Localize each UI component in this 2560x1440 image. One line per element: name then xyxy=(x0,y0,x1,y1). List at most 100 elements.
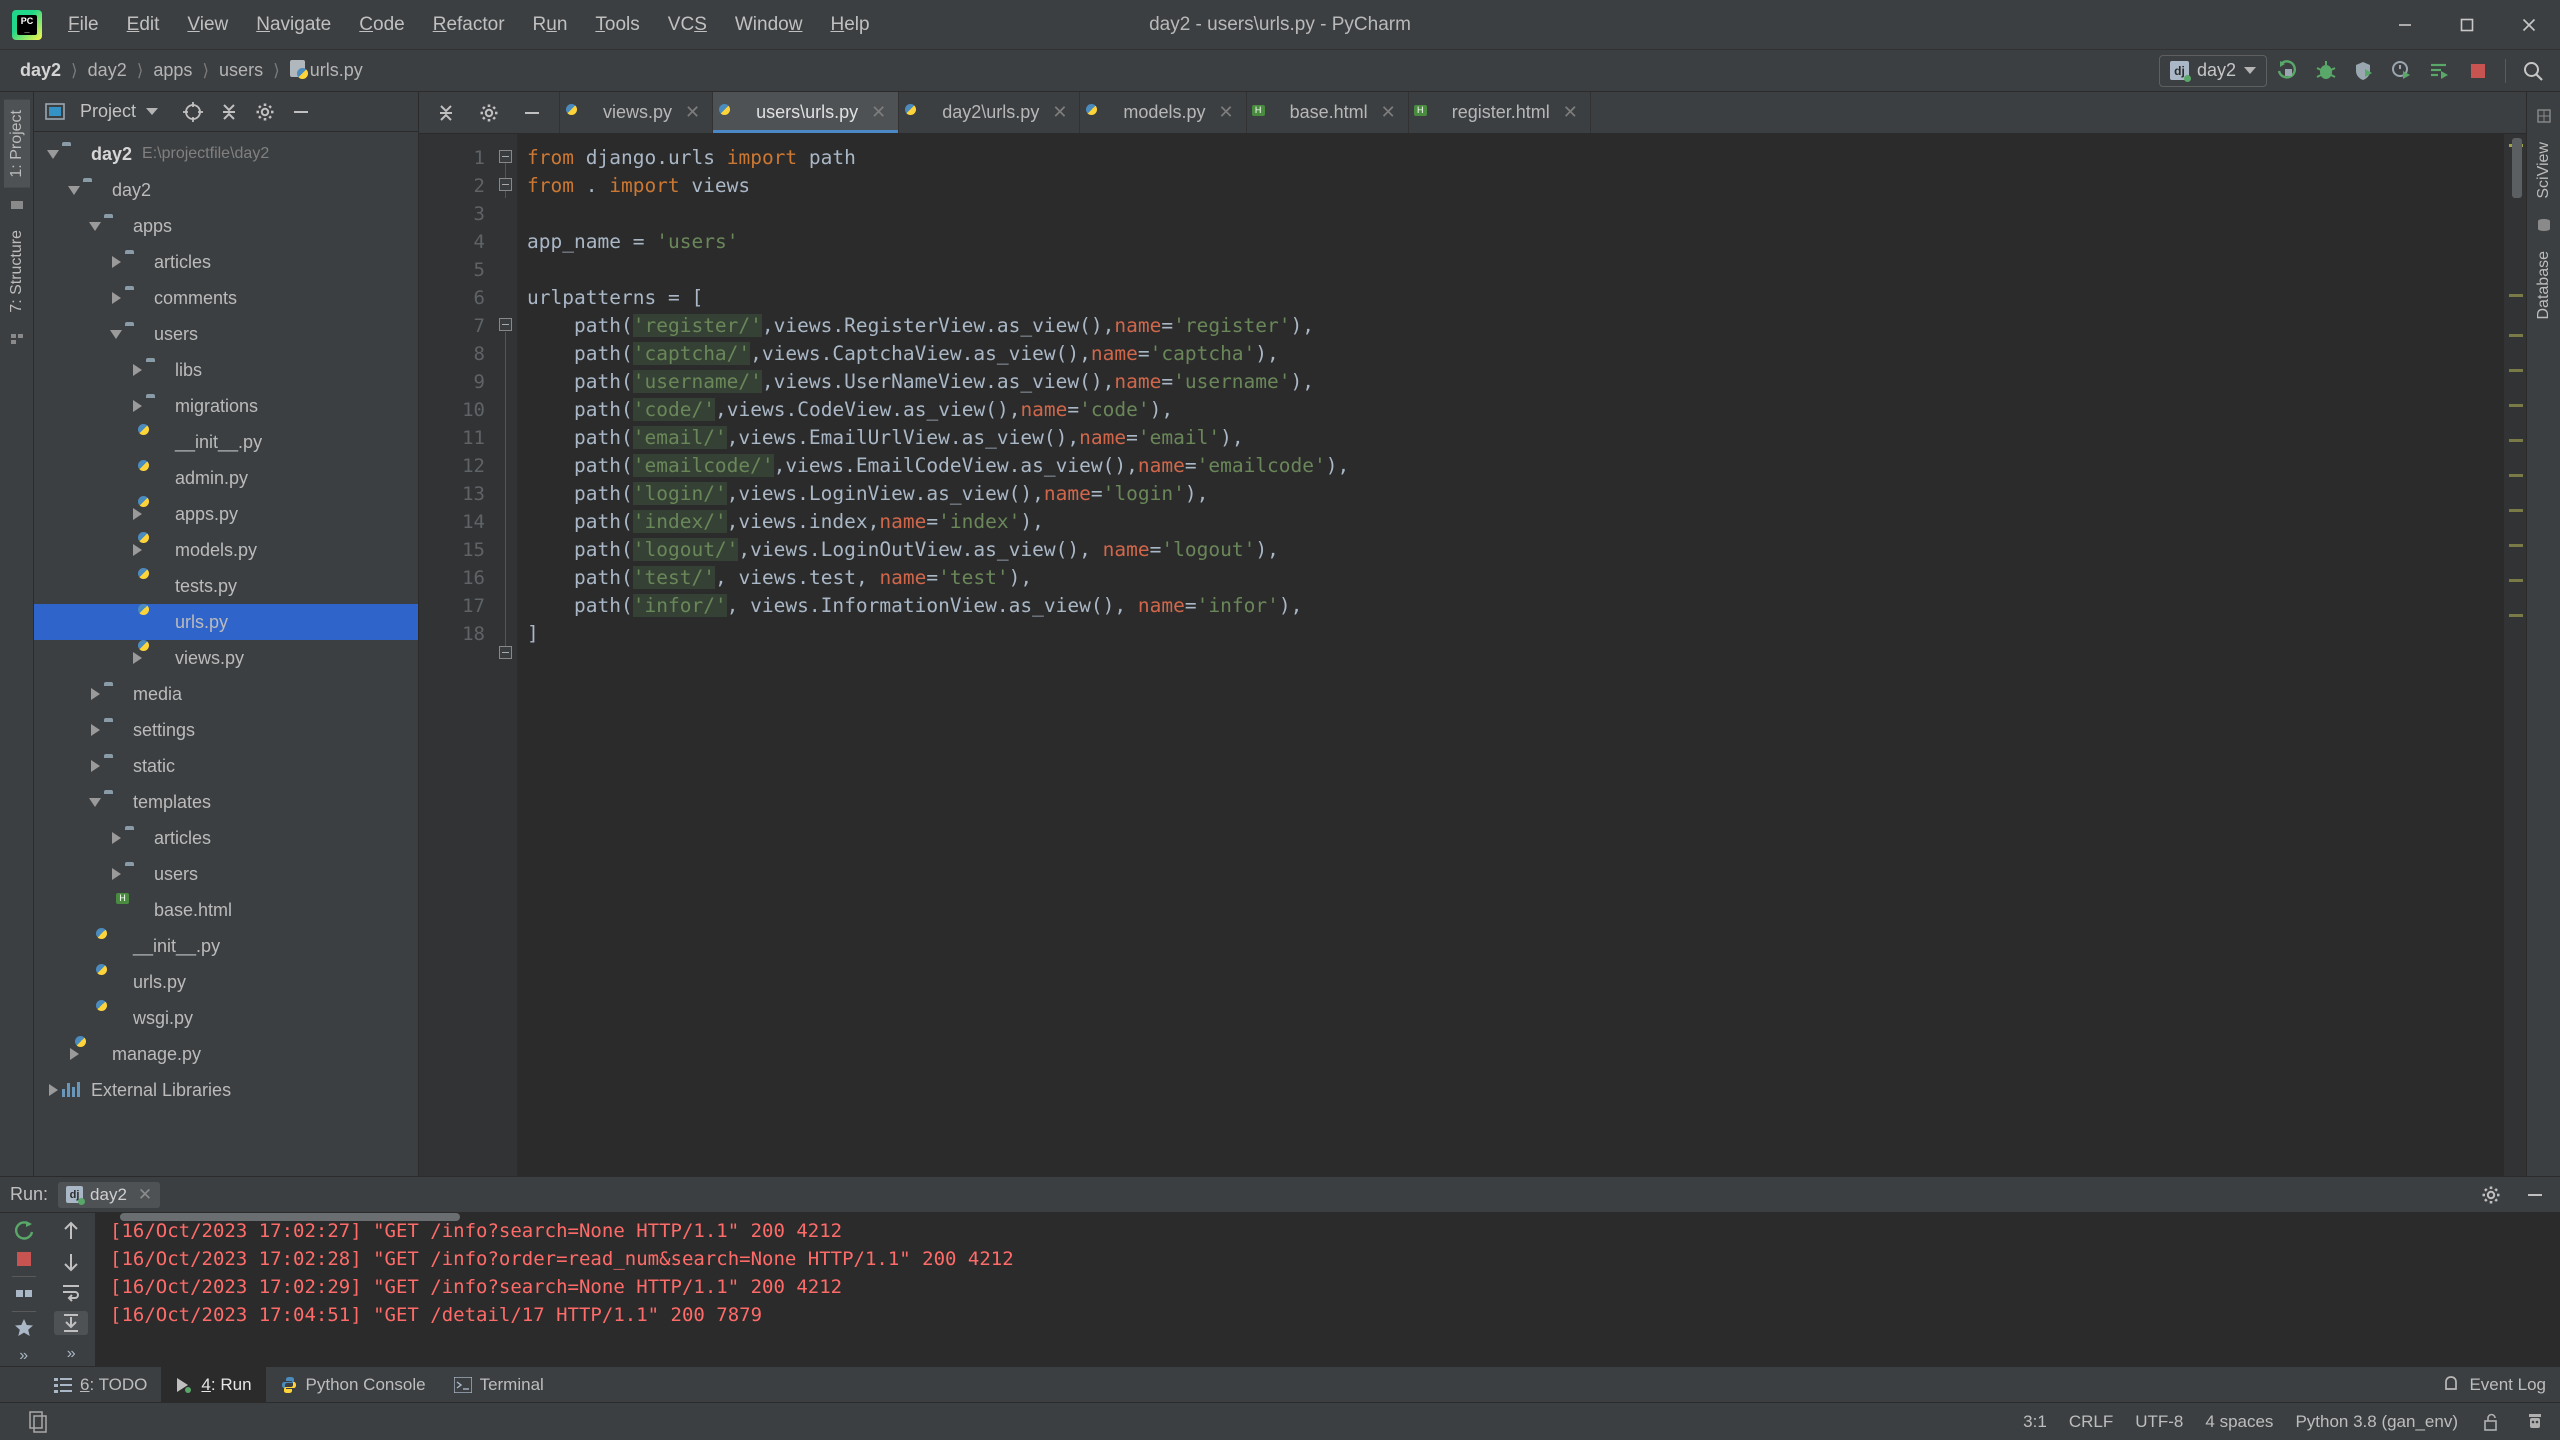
tree-twisty[interactable] xyxy=(128,544,146,556)
close-tab-icon[interactable]: ✕ xyxy=(1218,102,1233,123)
tree-node-day2[interactable]: day2 xyxy=(34,172,418,208)
chevron-down-icon[interactable] xyxy=(47,149,59,159)
tree-node-comments[interactable]: comments xyxy=(34,280,418,316)
tree-node-templates[interactable]: templates xyxy=(34,784,418,820)
collapse-icon[interactable] xyxy=(429,96,463,130)
tree-node---init---py[interactable]: __init__.py xyxy=(34,928,418,964)
tree-node-articles[interactable]: articles xyxy=(34,244,418,280)
chevron-down-icon[interactable] xyxy=(110,329,122,339)
caret-position[interactable]: 3:1 xyxy=(2023,1412,2047,1432)
tree-node-users[interactable]: users xyxy=(34,316,418,352)
breadcrumb-item-1[interactable]: day2 xyxy=(82,58,133,83)
menu-tools[interactable]: Tools xyxy=(581,8,653,42)
code-line-12[interactable]: path('emailcode/',views.EmailCodeView.as… xyxy=(527,452,2504,480)
fold-marker-icon[interactable] xyxy=(499,178,512,191)
soft-wrap-button[interactable] xyxy=(54,1280,88,1305)
collapse-all-icon[interactable] xyxy=(214,97,244,127)
tree-twisty[interactable] xyxy=(86,221,104,231)
run-session-tab[interactable]: dj day2 ✕ xyxy=(58,1181,161,1208)
chevron-right-icon[interactable] xyxy=(132,652,142,664)
code-line-11[interactable]: path('email/',views.EmailUrlView.as_view… xyxy=(527,424,2504,452)
print-button[interactable] xyxy=(7,1283,41,1305)
code-line-1[interactable]: from django.urls import path xyxy=(527,144,2504,172)
tree-twisty[interactable] xyxy=(128,364,146,376)
breadcrumb-item-0[interactable]: day2 xyxy=(14,58,67,83)
tree-node-wsgi-py[interactable]: wsgi.py xyxy=(34,1000,418,1036)
run-coverage-button[interactable] xyxy=(2347,54,2381,88)
chevron-right-icon[interactable] xyxy=(111,868,121,880)
chevron-right-icon[interactable] xyxy=(132,544,142,556)
code-line-8[interactable]: path('captcha/',views.CaptchaView.as_vie… xyxy=(527,340,2504,368)
menu-code[interactable]: Code xyxy=(345,8,418,42)
console-scrollbar[interactable] xyxy=(120,1213,460,1221)
tree-node---init---py[interactable]: __init__.py xyxy=(34,424,418,460)
editor-tab-day2-urls-py[interactable]: day2\urls.py ✕ xyxy=(899,92,1081,133)
editor-tab-base-html[interactable]: base.html ✕ xyxy=(1247,92,1409,133)
scroll-from-source-icon[interactable] xyxy=(178,97,208,127)
chevron-right-icon[interactable] xyxy=(48,1084,58,1096)
menu-bar[interactable]: FFileile Edit View Navigate Code Refacto… xyxy=(54,8,884,42)
chevron-right-icon[interactable] xyxy=(111,832,121,844)
tree-twisty[interactable] xyxy=(107,256,125,268)
code-line-18[interactable]: ] xyxy=(527,620,2504,648)
tree-twisty[interactable] xyxy=(128,652,146,664)
tree-node-urls-py[interactable]: urls.py xyxy=(34,964,418,1000)
hide-panel-icon[interactable] xyxy=(286,97,316,127)
tree-node-static[interactable]: static xyxy=(34,748,418,784)
chevron-down-icon[interactable] xyxy=(68,185,80,195)
tree-node-external libraries[interactable]: External Libraries xyxy=(34,1072,418,1108)
tree-twisty[interactable] xyxy=(107,292,125,304)
scroll-up-button[interactable] xyxy=(54,1219,88,1244)
chevron-right-icon[interactable] xyxy=(69,1048,79,1060)
breadcrumb-item-3[interactable]: users xyxy=(213,58,269,83)
run-configuration-selector[interactable]: dj day2 xyxy=(2158,54,2267,87)
rail-tab-project[interactable]: 1: Project xyxy=(3,100,30,188)
editor-tab-register-html[interactable]: register.html ✕ xyxy=(1409,92,1591,133)
tree-twisty[interactable] xyxy=(128,400,146,412)
tree-twisty[interactable] xyxy=(65,1048,83,1060)
editor-tabs[interactable]: views.py ✕ users\urls.py ✕ day2\urls.py ✕ mode… xyxy=(560,92,1591,133)
menu-file[interactable]: FFileile xyxy=(54,8,113,42)
scroll-to-end-button[interactable] xyxy=(54,1310,89,1336)
indent-setting[interactable]: 4 spaces xyxy=(2205,1412,2273,1432)
close-tab-icon[interactable]: ✕ xyxy=(1563,102,1578,123)
tree-node-apps[interactable]: apps xyxy=(34,208,418,244)
code-line-14[interactable]: path('index/',views.index,name='index'), xyxy=(527,508,2504,536)
toolwindow-terminal[interactable]: Terminal xyxy=(440,1367,558,1402)
rerun-button[interactable] xyxy=(7,1219,41,1243)
code-content[interactable]: from django.urls import path from . impor… xyxy=(517,134,2504,1176)
toolwindow-run[interactable]: 4: Run xyxy=(161,1367,266,1402)
tree-twisty[interactable] xyxy=(44,1084,62,1096)
tree-twisty[interactable] xyxy=(65,185,83,195)
debug-button[interactable] xyxy=(2309,54,2343,88)
hide-editor-icon[interactable] xyxy=(515,96,549,130)
code-line-9[interactable]: path('username/',views.UserNameView.as_v… xyxy=(527,368,2504,396)
code-line-7[interactable]: path('register/',views.RegisterView.as_v… xyxy=(527,312,2504,340)
breadcrumb-item-2[interactable]: apps xyxy=(147,58,198,83)
fold-marker-icon[interactable] xyxy=(499,318,512,331)
chevron-right-icon[interactable] xyxy=(132,508,142,520)
rail-tab-sciview[interactable]: SciView xyxy=(2531,132,2557,209)
tree-node-manage-py[interactable]: manage.py xyxy=(34,1036,418,1072)
editor-tab-views-py[interactable]: views.py ✕ xyxy=(560,92,714,133)
gear-icon[interactable] xyxy=(2474,1178,2508,1212)
expand-rail-icon-2[interactable]: » xyxy=(54,1341,88,1366)
maximize-button[interactable] xyxy=(2436,0,2498,50)
run-button[interactable] xyxy=(2271,54,2305,88)
chevron-right-icon[interactable] xyxy=(90,688,100,700)
chevron-right-icon[interactable] xyxy=(132,364,142,376)
line-separator[interactable]: CRLF xyxy=(2069,1412,2113,1432)
close-tab-icon[interactable]: ✕ xyxy=(1381,102,1396,123)
file-encoding[interactable]: UTF-8 xyxy=(2135,1412,2183,1432)
tree-twisty[interactable] xyxy=(86,688,104,700)
toolwindow-python-console[interactable]: Python Console xyxy=(266,1367,440,1402)
breadcrumb-item-4[interactable]: urls.py xyxy=(284,58,369,84)
chevron-down-icon[interactable] xyxy=(89,797,101,807)
fold-marker-icon[interactable] xyxy=(499,150,512,163)
editor-fold-column[interactable] xyxy=(495,134,517,1176)
python-interpreter[interactable]: Python 3.8 (gan_env) xyxy=(2295,1412,2458,1432)
close-tab-icon[interactable]: ✕ xyxy=(1052,102,1067,123)
unlock-icon[interactable] xyxy=(2480,1411,2502,1433)
menu-run[interactable]: Run xyxy=(519,8,582,42)
code-line-4[interactable]: app_name = 'users' xyxy=(527,228,2504,256)
